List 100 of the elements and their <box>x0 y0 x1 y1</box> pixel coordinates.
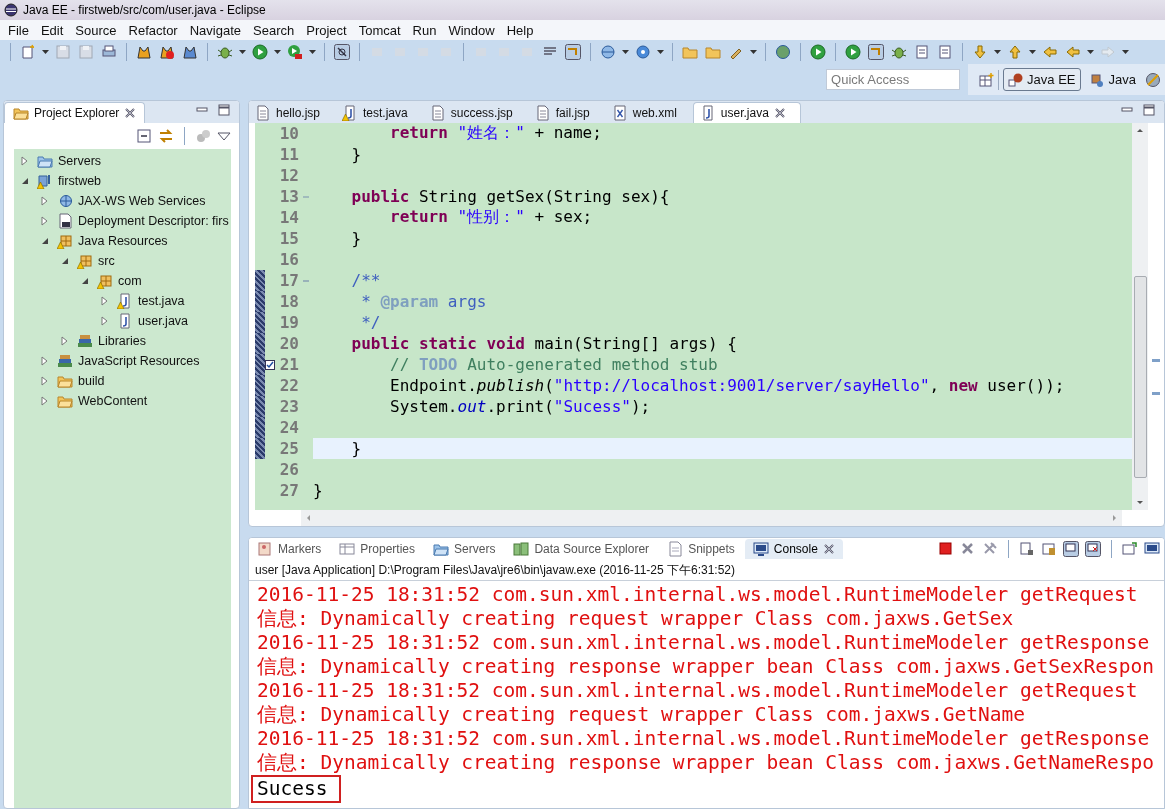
cat-icon[interactable] <box>159 44 175 60</box>
editor-tab[interactable]: hello.jsp <box>249 103 335 123</box>
menu-item[interactable]: Navigate <box>183 22 247 38</box>
view-tab[interactable]: Markers <box>249 539 330 559</box>
tree-toggle-icon[interactable] <box>60 256 70 266</box>
document-icon <box>667 541 684 557</box>
new-file-icon[interactable] <box>20 44 36 60</box>
editor-tab[interactable]: test.java <box>336 103 422 123</box>
cat-icon[interactable] <box>182 44 198 60</box>
tree-item[interactable]: firstweb <box>14 171 231 191</box>
tree-item[interactable]: src <box>14 251 231 271</box>
tree-item[interactable]: JAX-WS Web Services <box>14 191 231 211</box>
scroll-right-icon[interactable] <box>1112 514 1118 522</box>
display-icon[interactable] <box>1085 541 1101 557</box>
tree-toggle-icon[interactable] <box>40 356 50 366</box>
menu-item[interactable]: Help <box>500 22 540 38</box>
view-tab[interactable]: Data Source Explorer <box>505 539 658 559</box>
toggle-icon[interactable] <box>334 44 350 60</box>
scroll-left-icon[interactable] <box>305 514 311 522</box>
menu-item[interactable]: Refactor <box>122 22 184 38</box>
tree-item[interactable]: user.java <box>14 311 231 331</box>
globe-icon[interactable] <box>775 44 791 60</box>
menu-item[interactable]: Source <box>69 22 123 38</box>
monitor-icon[interactable] <box>1144 541 1160 557</box>
tree-item[interactable]: WebContent <box>14 391 231 411</box>
menu-item[interactable]: File <box>2 22 35 38</box>
scroll-up-icon[interactable] <box>1136 127 1144 133</box>
menu-item[interactable]: Project <box>300 22 353 38</box>
tree-item[interactable]: build <box>14 371 231 391</box>
view-tab[interactable]: Project Explorer <box>4 102 146 123</box>
editor-tab[interactable]: success.jsp <box>423 103 527 123</box>
stop-icon[interactable] <box>938 541 954 557</box>
play-icon[interactable] <box>845 44 861 60</box>
line-number: 14 <box>278 208 299 227</box>
cat-icon[interactable] <box>136 44 152 60</box>
perspective-button[interactable]: Java <box>1084 68 1141 91</box>
play-icon[interactable] <box>252 44 268 60</box>
menu-item[interactable]: Search <box>247 22 301 38</box>
editor-tab[interactable]: fail.jsp <box>528 103 604 123</box>
code-line: return "性别：" + sex; <box>389 207 593 228</box>
tree-item[interactable]: test.java <box>14 291 231 311</box>
play-icon[interactable] <box>810 44 826 60</box>
horizontal-scrollbar[interactable] <box>301 510 1122 526</box>
menu-item[interactable]: Run <box>406 22 443 38</box>
menu-item[interactable]: Tomcat <box>352 22 407 38</box>
clear-icon[interactable] <box>1019 541 1035 557</box>
close-icon[interactable] <box>822 543 835 555</box>
close-icon[interactable] <box>124 107 137 119</box>
view-tab[interactable]: Servers <box>425 539 504 559</box>
arrow-left-icon[interactable] <box>1065 44 1081 60</box>
menu-item[interactable]: Window <box>442 22 501 38</box>
collapse-all-icon[interactable] <box>136 128 152 144</box>
link-icon[interactable] <box>158 128 174 144</box>
view-tab[interactable]: Snippets <box>659 539 743 559</box>
tree-toggle-icon[interactable] <box>40 396 50 406</box>
bug-icon[interactable] <box>217 44 233 60</box>
editor-tab[interactable]: user.java <box>692 102 801 123</box>
tree-toggle-icon[interactable] <box>20 176 30 186</box>
tree-toggle-icon[interactable] <box>40 376 50 386</box>
tree-toggle-icon[interactable] <box>80 276 90 286</box>
quick-access-field[interactable]: Quick Access <box>826 69 961 90</box>
globe-icon[interactable] <box>600 44 616 60</box>
vertical-scrollbar[interactable] <box>1132 123 1148 510</box>
tree-toggle-icon[interactable] <box>100 316 110 326</box>
play-icon[interactable] <box>287 44 303 60</box>
printer-icon[interactable] <box>101 44 117 60</box>
lock-icon[interactable] <box>1041 541 1057 557</box>
tree-toggle-icon[interactable] <box>40 236 50 246</box>
line-number: 18 <box>278 292 299 311</box>
tree-toggle-icon[interactable] <box>40 216 50 226</box>
arrow-down-icon[interactable] <box>972 44 988 60</box>
scroll-down-icon[interactable] <box>1136 500 1144 506</box>
arrow-left-icon[interactable] <box>1042 44 1058 60</box>
window-title: Java EE - firstweb/src/com/user.java - Eclipse <box>23 3 266 17</box>
menu-item[interactable]: Edit <box>34 22 70 38</box>
maximize-icon[interactable] <box>1142 103 1156 117</box>
view-tab[interactable]: Properties <box>331 539 424 559</box>
perspective-button[interactable]: Java EE <box>1003 68 1081 91</box>
close-icon[interactable] <box>773 107 786 119</box>
bug-icon[interactable] <box>891 44 907 60</box>
document-icon[interactable] <box>914 44 930 60</box>
tree-toggle-icon[interactable] <box>100 296 110 306</box>
scroll-thumb[interactable] <box>1133 275 1147 478</box>
editor-tab[interactable]: web.xml <box>605 103 691 123</box>
view-tab[interactable]: Console <box>744 539 843 559</box>
tree-toggle-icon[interactable] <box>40 196 50 206</box>
open-perspective-icon[interactable] <box>978 71 995 88</box>
tree-item[interactable]: Servers <box>14 151 231 171</box>
arrow-up-icon[interactable] <box>1007 44 1023 60</box>
tree-item[interactable]: JavaScript Resources <box>14 351 231 371</box>
view-menu-icon[interactable] <box>217 130 231 142</box>
tree-item[interactable]: Libraries <box>14 331 231 351</box>
maximize-icon[interactable] <box>217 103 231 117</box>
tree-item[interactable]: Deployment Descriptor: firs <box>14 211 231 231</box>
tree-item[interactable]: Java Resources <box>14 231 231 251</box>
tree-toggle-icon[interactable] <box>20 156 30 166</box>
tree-item[interactable]: com <box>14 271 231 291</box>
tree-toggle-icon[interactable] <box>60 336 70 346</box>
new-console-icon[interactable] <box>1122 541 1138 557</box>
document-icon[interactable] <box>937 44 953 60</box>
